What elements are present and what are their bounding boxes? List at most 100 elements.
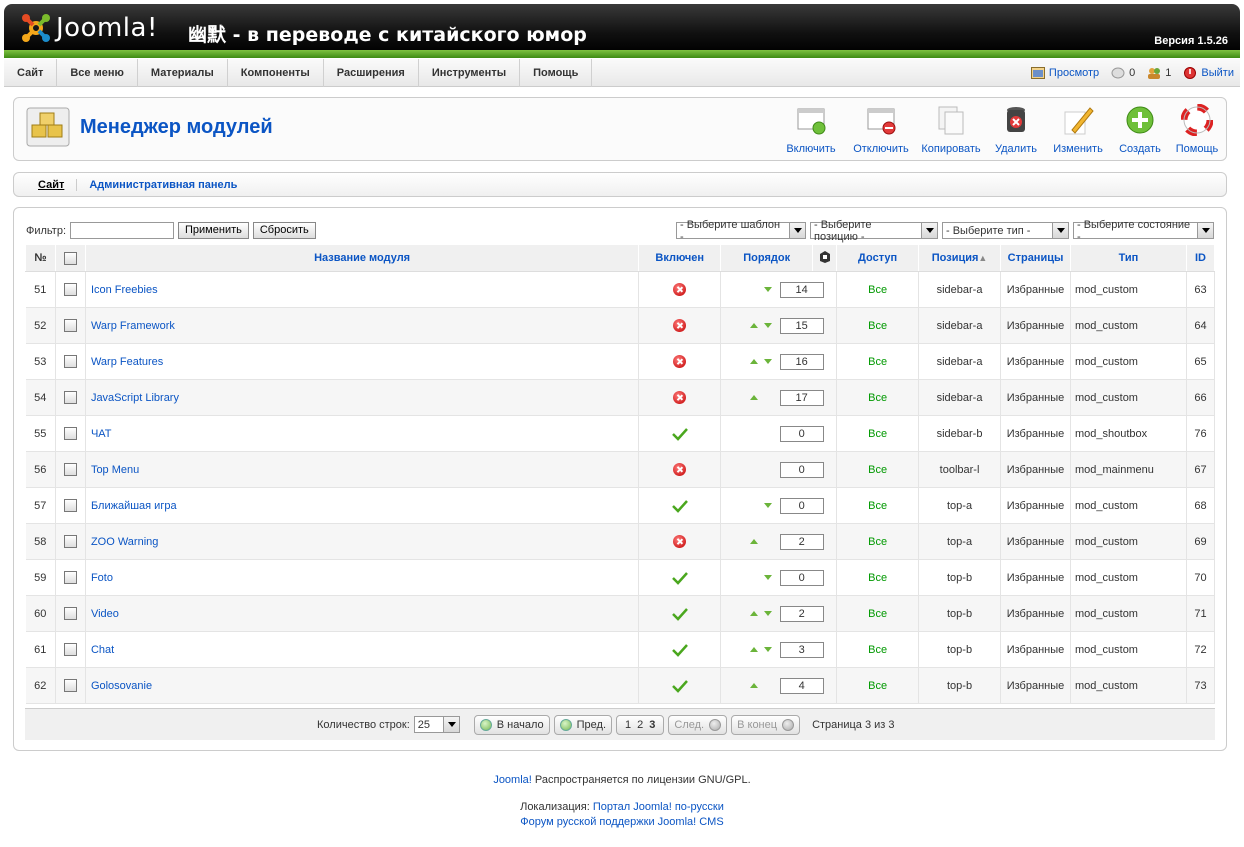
move-down-icon[interactable]	[763, 575, 772, 581]
module-name-link[interactable]: Warp Features	[85, 343, 640, 380]
published-check-icon[interactable]	[671, 679, 688, 693]
menu-item-site[interactable]: Сайт	[4, 59, 58, 87]
row-access[interactable]: Все	[836, 667, 920, 704]
row-access[interactable]: Все	[836, 415, 920, 452]
row-checkbox[interactable]	[63, 679, 77, 692]
filter-input[interactable]	[70, 222, 175, 239]
unpublished-x-icon[interactable]	[673, 535, 687, 548]
menu-item-tools[interactable]: Инструменты	[419, 59, 521, 87]
order-input[interactable]: 2	[779, 605, 824, 622]
order-input[interactable]: 4	[779, 677, 824, 694]
row-checkbox[interactable]	[63, 463, 77, 476]
submenu-site[interactable]: Сайт	[26, 178, 78, 191]
move-up-icon[interactable]	[749, 683, 758, 689]
reset-button[interactable]: Сбросить	[252, 222, 316, 239]
unpublished-x-icon[interactable]	[673, 355, 687, 368]
rows-count-select[interactable]: 25	[413, 716, 460, 733]
move-down-icon[interactable]	[763, 323, 772, 329]
prev-page-button[interactable]: Пред.	[553, 714, 613, 735]
messages-status[interactable]: 0	[1111, 67, 1135, 79]
menu-item-help[interactable]: Помощь	[520, 59, 593, 87]
order-input[interactable]: 15	[779, 317, 824, 334]
move-up-icon[interactable]	[749, 611, 758, 617]
copy-button[interactable]: Копировать	[916, 104, 986, 155]
preview-link[interactable]: Просмотр	[1030, 67, 1099, 79]
row-access[interactable]: Все	[836, 559, 920, 596]
order-input[interactable]: 0	[779, 497, 824, 514]
move-up-icon[interactable]	[749, 647, 758, 653]
forum-link[interactable]: Форум русской поддержки Joomla! CMS	[520, 816, 723, 828]
move-down-icon[interactable]	[763, 359, 772, 365]
enable-button[interactable]: Включить	[776, 104, 846, 155]
col-name[interactable]: Название модуля	[84, 244, 640, 272]
save-order-icon[interactable]	[818, 250, 832, 264]
published-check-icon[interactable]	[671, 571, 688, 585]
row-access[interactable]: Все	[836, 343, 920, 380]
module-name-link[interactable]: Golosovanie	[85, 667, 640, 704]
order-input[interactable]: 0	[779, 425, 824, 442]
published-check-icon[interactable]	[671, 499, 688, 513]
col-access[interactable]: Доступ	[836, 244, 920, 272]
published-check-icon[interactable]	[671, 643, 688, 657]
row-checkbox[interactable]	[63, 643, 77, 656]
row-access[interactable]: Все	[836, 487, 920, 524]
move-down-icon[interactable]	[763, 503, 772, 509]
next-page-button[interactable]: След.	[668, 714, 728, 735]
col-order[interactable]: Порядок	[720, 244, 814, 272]
module-name-link[interactable]: Ближайшая игра	[85, 487, 640, 524]
module-name-link[interactable]: ZOO Warning	[85, 523, 640, 560]
col-pages[interactable]: Страницы	[1000, 244, 1071, 272]
logout-label[interactable]: Выйти	[1201, 67, 1234, 79]
logout-link[interactable]: Выйти	[1183, 67, 1234, 79]
col-type[interactable]: Тип	[1070, 244, 1187, 272]
move-down-icon[interactable]	[763, 611, 772, 617]
last-page-button[interactable]: В конец	[731, 714, 801, 735]
row-access[interactable]: Все	[836, 307, 920, 344]
row-checkbox[interactable]	[63, 427, 77, 440]
page-link-1[interactable]: 1	[625, 719, 631, 731]
module-name-link[interactable]: Video	[85, 595, 640, 632]
row-access[interactable]: Все	[836, 523, 920, 560]
row-checkbox[interactable]	[63, 355, 77, 368]
move-down-icon[interactable]	[763, 287, 772, 293]
module-name-link[interactable]: Top Menu	[85, 451, 640, 488]
col-position[interactable]: Позиция▲	[918, 244, 1002, 272]
order-input[interactable]: 16	[779, 353, 824, 370]
row-access[interactable]: Все	[836, 379, 920, 416]
unpublished-x-icon[interactable]	[673, 319, 687, 332]
order-input[interactable]: 0	[779, 461, 824, 478]
unpublished-x-icon[interactable]	[673, 283, 687, 296]
order-input[interactable]: 17	[779, 389, 824, 406]
template-select[interactable]: - Выберите шаблон -	[676, 219, 806, 243]
menu-item-components[interactable]: Компоненты	[228, 59, 324, 87]
users-status[interactable]: 1	[1147, 67, 1171, 79]
disable-button[interactable]: Отключить	[846, 104, 916, 155]
apply-button[interactable]: Применить	[178, 222, 249, 239]
joomla-link[interactable]: Joomla!	[493, 774, 532, 786]
module-name-link[interactable]: Foto	[85, 559, 640, 596]
delete-button[interactable]: Удалить	[986, 104, 1046, 155]
move-up-icon[interactable]	[749, 395, 758, 401]
row-checkbox[interactable]	[63, 391, 77, 404]
select-all-checkbox[interactable]	[63, 251, 77, 265]
module-name-link[interactable]: JavaScript Library	[85, 379, 640, 416]
menu-item-all-menus[interactable]: Все меню	[57, 59, 138, 87]
page-link-2[interactable]: 2	[637, 719, 643, 731]
module-name-link[interactable]: Warp Framework	[85, 307, 640, 344]
module-name-link[interactable]: ЧАТ	[85, 415, 640, 452]
unpublished-x-icon[interactable]	[673, 391, 687, 404]
type-select[interactable]: - Выберите тип -	[942, 222, 1069, 239]
module-name-link[interactable]: Chat	[85, 631, 640, 668]
published-check-icon[interactable]	[671, 427, 688, 441]
row-checkbox[interactable]	[63, 535, 77, 548]
help-button[interactable]: Помощь	[1170, 103, 1224, 155]
move-down-icon[interactable]	[763, 647, 772, 653]
menu-item-content[interactable]: Материалы	[138, 59, 228, 87]
position-select[interactable]: - Выберите позицию -	[810, 219, 938, 243]
move-up-icon[interactable]	[749, 359, 758, 365]
portal-link[interactable]: Портал Joomla! по-русски	[593, 801, 724, 813]
unpublished-x-icon[interactable]	[673, 463, 687, 476]
row-access[interactable]: Все	[836, 451, 920, 488]
order-input[interactable]: 3	[779, 641, 824, 658]
order-input[interactable]: 0	[779, 569, 824, 586]
